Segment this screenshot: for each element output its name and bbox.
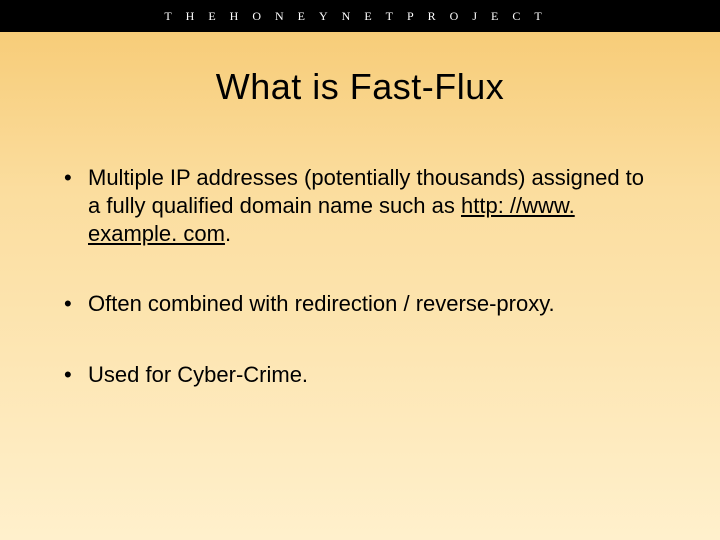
slide-body: Multiple IP addresses (potentially thous… [60, 164, 660, 389]
bullet-text: Often combined with redirection / revers… [88, 291, 555, 316]
brand-seg-1: THE [164, 9, 229, 24]
bullet-list: Multiple IP addresses (potentially thous… [60, 164, 660, 389]
bullet-text: Used for Cyber-Crime. [88, 362, 308, 387]
list-item: Used for Cyber-Crime. [60, 361, 660, 389]
brand-seg-3: PROJECT [407, 9, 556, 24]
bullet-text-post: . [225, 221, 231, 246]
list-item: Often combined with redirection / revers… [60, 290, 660, 318]
brand-header: THE HONEYNET PROJECT [0, 0, 720, 32]
list-item: Multiple IP addresses (potentially thous… [60, 164, 660, 248]
slide-title: What is Fast-Flux [0, 66, 720, 108]
brand-seg-2: HONEYNET [230, 9, 407, 24]
